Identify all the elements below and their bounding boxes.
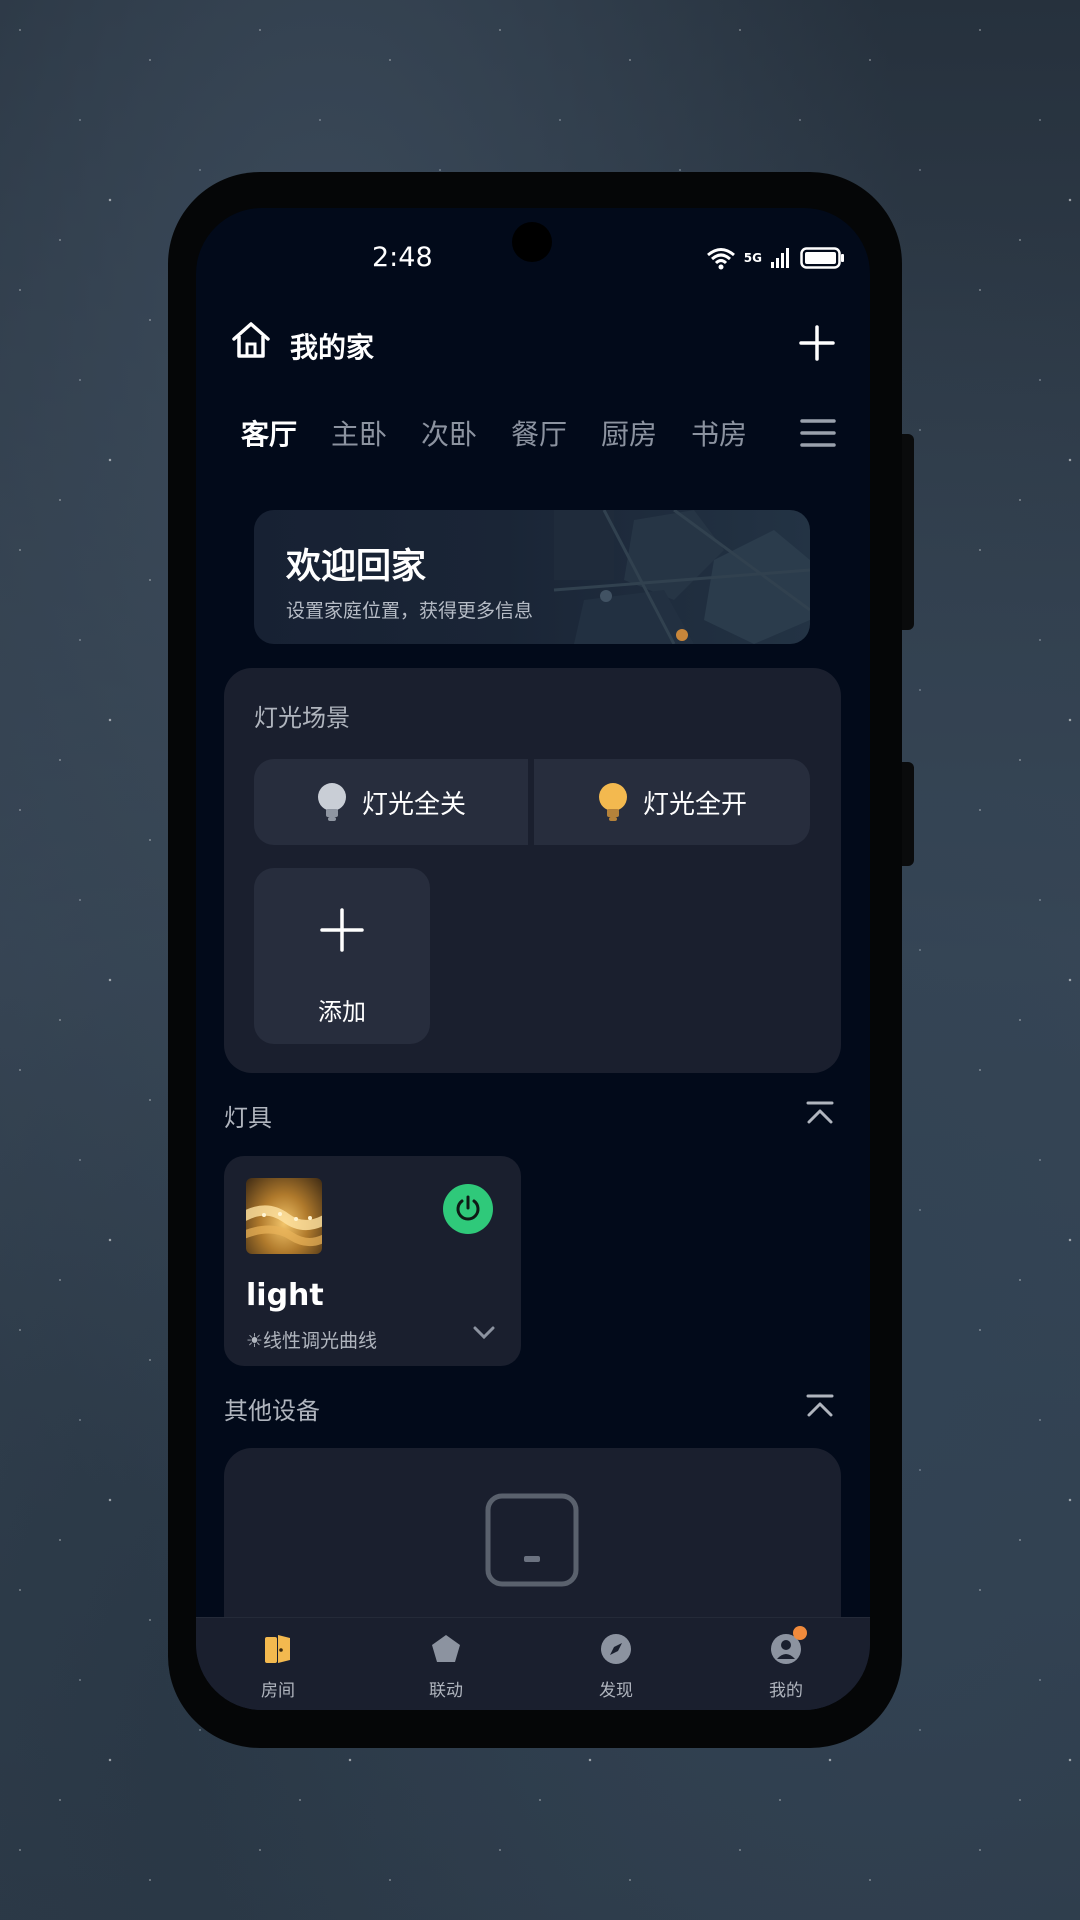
menu-icon[interactable]	[800, 418, 836, 448]
front-camera	[512, 222, 552, 262]
power-side-button	[902, 434, 914, 630]
tab-master-bedroom[interactable]: 主卧	[331, 413, 421, 453]
compass-icon	[601, 1634, 631, 1664]
device-subtitle-row: ☀线性调光曲线	[246, 1326, 377, 1353]
device-name: light	[246, 1278, 324, 1313]
signal-icon	[771, 248, 789, 268]
tab-living-room[interactable]: 客厅	[241, 413, 331, 453]
all-lights-off-button[interactable]: 灯光全关	[254, 759, 528, 845]
add-scene-label: 添加	[318, 998, 366, 1026]
room-tabs: 客厅 主卧 次卧 餐厅 厨房 书房	[241, 413, 781, 453]
plus-icon	[320, 908, 364, 952]
app-screen: 2:48 5G 我的家 客厅 主卧 次卧 餐厅 厨房 书房 欢迎回家 设置家庭位…	[196, 208, 870, 1710]
nav-discover[interactable]: 发现	[566, 1632, 666, 1701]
wifi-icon	[706, 248, 735, 270]
status-time: 2:48	[372, 242, 433, 273]
light-scenes-card: 灯光场景 灯光全关 灯光全开 添加	[224, 668, 841, 1073]
all-lights-off-label: 灯光全关	[361, 789, 466, 820]
tab-dining-room[interactable]: 餐厅	[511, 413, 601, 453]
network-type: 5G	[743, 251, 762, 265]
chevron-down-icon[interactable]	[473, 1326, 495, 1340]
bulb-on-icon	[598, 783, 627, 821]
nav-rooms-label: 房间	[261, 1681, 295, 1701]
led-strip-image	[246, 1178, 322, 1254]
power-toggle-button[interactable]	[443, 1184, 493, 1234]
volume-side-button	[902, 762, 914, 866]
power-icon	[456, 1195, 480, 1221]
switch-device-icon	[485, 1493, 579, 1587]
welcome-title: 欢迎回家	[286, 547, 427, 587]
nav-rooms[interactable]: 房间	[228, 1632, 328, 1701]
tab-second-bedroom[interactable]: 次卧	[421, 413, 511, 453]
sun-icon: ☀	[246, 1330, 264, 1352]
nav-profile-label: 我的	[769, 1681, 803, 1701]
home-icon	[232, 322, 270, 358]
status-icons: 5G	[706, 246, 846, 270]
tab-study[interactable]: 书房	[691, 413, 781, 453]
collapse-other-icon[interactable]	[806, 1393, 834, 1419]
nav-automation[interactable]: 联动	[396, 1632, 496, 1701]
welcome-subtitle: 设置家庭位置，获得更多信息	[286, 600, 534, 622]
battery-icon	[800, 247, 844, 269]
device-subtitle: 线性调光曲线	[263, 1330, 378, 1352]
add-button[interactable]	[798, 324, 836, 362]
lights-section-title: 灯具	[224, 1104, 272, 1132]
bulb-off-icon	[317, 783, 346, 821]
add-scene-tile[interactable]: 添加	[254, 868, 430, 1044]
nav-profile[interactable]: 我的	[736, 1626, 836, 1701]
room-icon	[265, 1635, 290, 1663]
nav-discover-label: 发现	[599, 1681, 633, 1701]
scenes-title: 灯光场景	[254, 704, 350, 732]
home-title[interactable]: 我的家	[290, 326, 374, 366]
nav-automation-label: 联动	[429, 1681, 463, 1701]
all-lights-on-label: 灯光全开	[642, 789, 747, 820]
notification-badge	[793, 1626, 807, 1640]
pentagon-icon	[432, 1635, 460, 1662]
collapse-lights-icon[interactable]	[806, 1100, 834, 1126]
other-devices-title: 其他设备	[224, 1397, 320, 1425]
all-lights-on-button[interactable]: 灯光全开	[534, 759, 810, 845]
tab-kitchen[interactable]: 厨房	[601, 413, 691, 453]
device-card-light[interactable]: light ☀线性调光曲线	[224, 1156, 521, 1366]
welcome-banner[interactable]: 欢迎回家 设置家庭位置，获得更多信息	[254, 510, 810, 644]
bottom-navigation: 房间 联动 发现 我的	[196, 1617, 870, 1710]
